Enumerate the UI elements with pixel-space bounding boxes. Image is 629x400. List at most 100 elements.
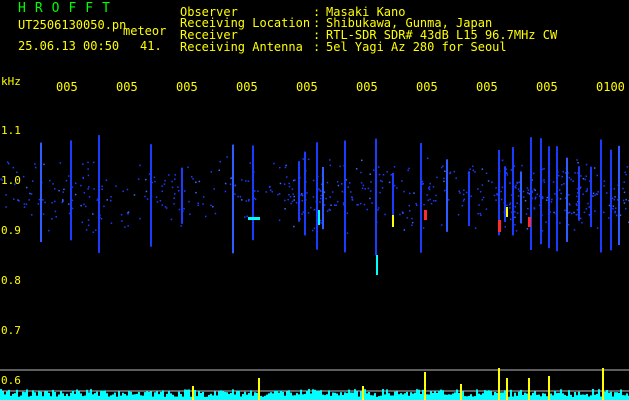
noise-speck <box>13 198 15 200</box>
amplitude-bar <box>408 395 410 400</box>
noise-speck <box>241 199 243 201</box>
noise-speck <box>61 201 63 204</box>
noise-speck <box>614 211 616 214</box>
amplitude-bar <box>416 389 418 400</box>
meteor-streak <box>150 144 152 247</box>
noise-speck <box>30 193 33 195</box>
amplitude-bar <box>320 390 322 400</box>
noise-speck <box>472 169 474 172</box>
amplitude-bar <box>626 393 628 400</box>
noise-speck <box>477 188 479 190</box>
noise-speck <box>164 206 167 208</box>
noise-speck <box>625 198 627 201</box>
noise-speck <box>411 221 414 224</box>
noise-speck <box>603 211 605 214</box>
noise-speck <box>580 217 582 220</box>
file-name: UT2506130050.pn <box>18 18 127 32</box>
amplitude-bar <box>534 391 536 400</box>
amplitude-bar <box>26 389 28 400</box>
noise-speck <box>68 203 70 205</box>
noise-speck <box>148 173 151 175</box>
amplitude-bar <box>544 393 546 400</box>
noise-speck <box>568 194 570 196</box>
amplitude-bar <box>78 391 80 400</box>
meteor-streak <box>344 140 346 253</box>
amplitude-bar <box>114 392 116 400</box>
noise-speck <box>18 200 20 202</box>
noise-speck <box>170 218 173 221</box>
noise-speck <box>101 188 103 190</box>
noise-speck <box>585 208 588 210</box>
noise-speck <box>429 198 431 201</box>
amplitude-bar <box>82 396 84 400</box>
noise-speck <box>58 189 60 192</box>
noise-speck <box>408 204 410 207</box>
noise-speck <box>203 196 205 198</box>
noise-speck <box>54 210 57 213</box>
amplitude-bar <box>290 392 292 400</box>
amplitude-bar <box>160 391 162 400</box>
noise-speck <box>517 188 520 190</box>
noise-speck <box>62 191 64 193</box>
amplitude-bar <box>436 393 438 400</box>
noise-speck <box>96 199 98 201</box>
noise-speck <box>254 190 256 192</box>
amplitude-bar <box>198 391 200 400</box>
amplitude-bar <box>608 392 610 400</box>
amplitude-bar <box>610 391 612 400</box>
noise-speck <box>52 183 54 185</box>
amplitude-bar <box>476 389 478 400</box>
noise-speck <box>145 190 148 193</box>
noise-speck <box>516 202 518 204</box>
noise-speck <box>573 211 575 214</box>
amplitude-bar <box>324 395 326 400</box>
noise-speck <box>422 227 425 229</box>
amplitude-bar <box>488 390 490 400</box>
meteor-streak <box>298 161 300 222</box>
noise-speck <box>16 171 18 174</box>
amplitude-peak <box>192 386 194 400</box>
amplitude-bar <box>562 393 564 400</box>
noise-speck <box>234 184 237 187</box>
noise-speck <box>427 199 429 202</box>
noise-speck <box>82 163 84 165</box>
noise-speck <box>192 178 194 180</box>
time-label: 005 <box>56 80 78 94</box>
meteor-streak <box>618 145 620 245</box>
amplitude-bar <box>412 393 414 400</box>
amplitude-bar <box>104 390 106 400</box>
amplitude-bar <box>474 396 476 400</box>
meteor-streak <box>548 146 550 249</box>
noise-speck <box>573 229 576 231</box>
noise-speck <box>582 178 585 180</box>
noise-speck <box>42 213 45 215</box>
noise-speck <box>83 203 85 206</box>
amplitude-bar <box>308 389 310 400</box>
amplitude-bar <box>372 395 374 400</box>
noise-speck <box>534 189 536 192</box>
noise-speck <box>279 182 282 185</box>
noise-speck <box>480 214 482 216</box>
meteor-streak <box>590 166 592 227</box>
amplitude-bar <box>128 391 130 400</box>
time-label: 0100 <box>596 80 625 94</box>
noise-speck <box>449 172 451 175</box>
amplitude-bar <box>538 394 540 400</box>
noise-speck <box>442 165 444 167</box>
amplitude-bar <box>560 389 562 400</box>
amplitude-bar <box>338 395 340 400</box>
amplitude-bar <box>420 394 422 400</box>
amplitude-bar <box>454 392 456 400</box>
noise-speck <box>301 213 303 215</box>
amplitude-bar <box>434 390 436 400</box>
noise-speck <box>550 201 553 203</box>
amplitude-bar <box>582 394 584 400</box>
noise-speck <box>403 190 405 193</box>
noise-speck <box>154 180 156 183</box>
noise-speck <box>191 176 193 178</box>
noise-speck <box>80 204 82 207</box>
amplitude-bar <box>58 394 60 400</box>
noise-speck <box>87 168 89 170</box>
noise-speck <box>543 179 545 181</box>
amplitude-bar <box>134 394 136 400</box>
